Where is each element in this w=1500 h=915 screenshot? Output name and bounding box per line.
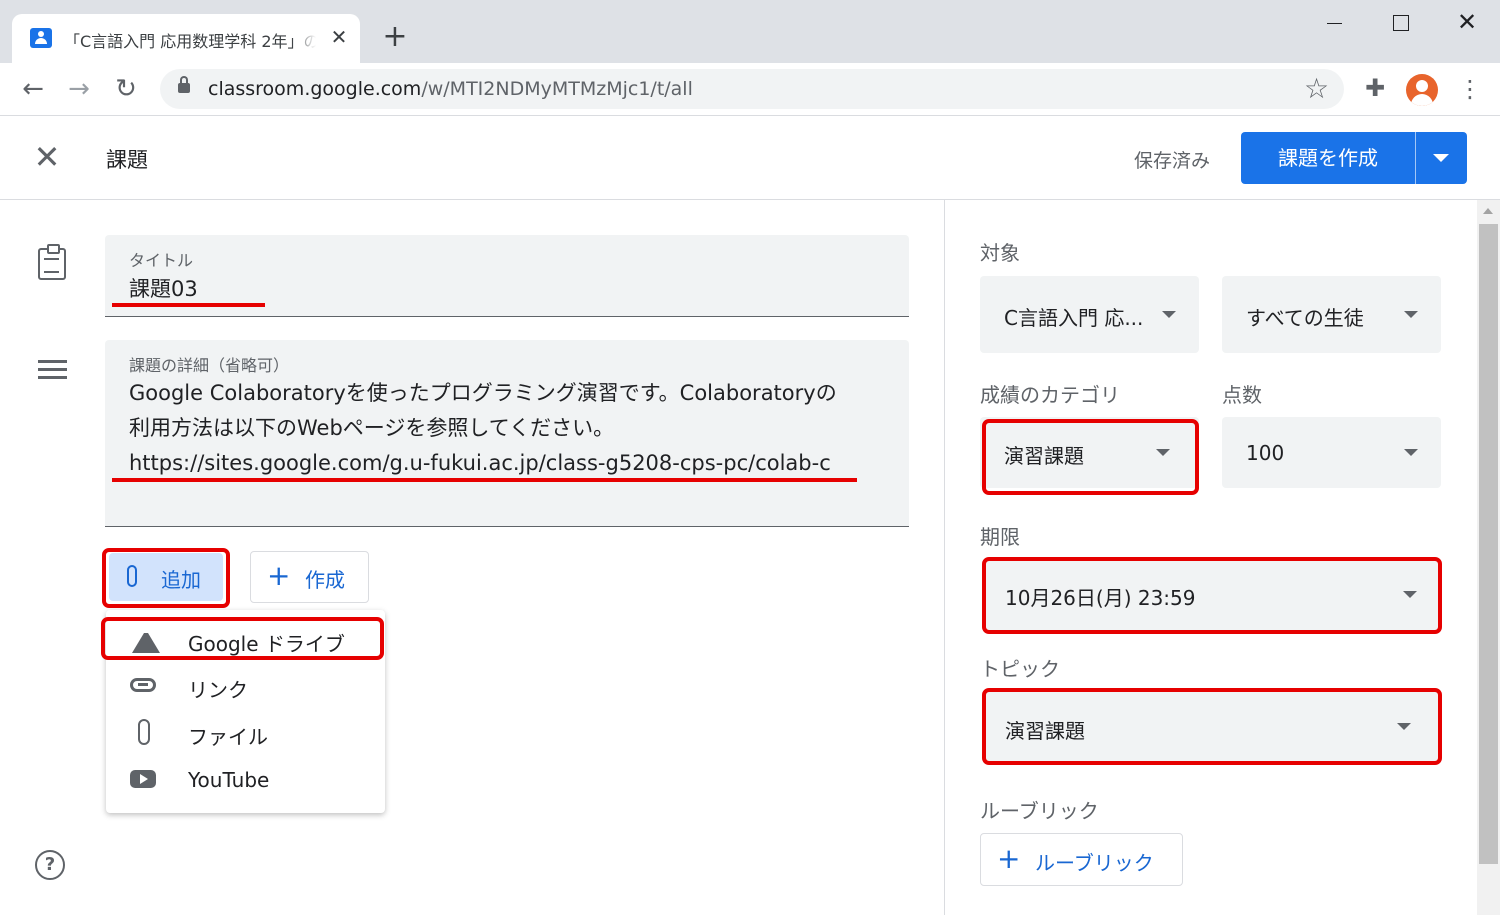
browser-toolbar: ← → ↻ classroom.google.com/w/MTI2NDMyMTM… — [0, 63, 1500, 116]
description-lines-icon — [38, 360, 67, 380]
menu-item-link[interactable]: リンク — [106, 662, 385, 708]
due-label: 期限 — [980, 525, 1020, 549]
create-assignment-button[interactable]: 課題を作成 — [1241, 132, 1467, 184]
create-assignment-label[interactable]: 課題を作成 — [1241, 132, 1415, 184]
annotation-box-topic — [982, 688, 1442, 765]
topic-label: トピック — [980, 657, 1060, 681]
saved-status: 保存済み — [1134, 150, 1211, 172]
menu-item-file[interactable]: ファイル — [106, 709, 385, 755]
annotation-box-drive — [101, 617, 384, 660]
close-icon[interactable]: ✕ — [32, 139, 62, 175]
points-select[interactable]: 100 — [1222, 417, 1441, 488]
bookmark-star-icon[interactable]: ☆ — [1304, 72, 1329, 106]
scroll-up-icon[interactable] — [1483, 208, 1493, 214]
link-icon — [130, 678, 156, 692]
instructions-label: 課題の詳細（省略可） — [129, 356, 290, 375]
annotation-underline-title — [112, 303, 265, 307]
url-text[interactable]: classroom.google.com/w/MTI2NDMyMTMzMjc1/… — [208, 78, 693, 100]
new-tab-button[interactable]: + — [380, 22, 410, 52]
title-label: タイトル — [129, 251, 194, 270]
menu-item-label: リンク — [188, 678, 248, 702]
tab-title: 「C言語入門 応用数理学科 2年」の — [64, 28, 316, 52]
dropdown-arrow-icon — [1162, 311, 1176, 318]
browser-menu-icon[interactable]: ⋮ — [1458, 75, 1482, 103]
extensions-puzzle-icon[interactable]: ✚ — [1362, 75, 1388, 101]
reload-icon[interactable]: ↻ — [111, 74, 141, 104]
title-input[interactable]: 課題03 — [129, 273, 198, 303]
paperclip-icon — [138, 719, 150, 745]
scroll-thumb[interactable] — [1479, 224, 1498, 864]
instructions-line: https://sites.google.com/g.u-fukui.ac.jp… — [129, 451, 831, 475]
menu-item-label: ファイル — [188, 725, 268, 749]
browser-tab-strip: 「C言語入門 応用数理学科 2年」の ✕ + ✕ — [0, 0, 1500, 63]
tab-close-icon[interactable]: ✕ — [328, 26, 350, 48]
help-icon[interactable]: ? — [35, 850, 65, 880]
assignment-clipboard-icon — [38, 244, 66, 280]
annotation-box-add — [102, 548, 230, 608]
lock-icon[interactable] — [178, 76, 190, 93]
add-rubric-button[interactable]: + ルーブリック — [980, 833, 1183, 886]
back-arrow-icon[interactable]: ← — [18, 74, 48, 104]
grade-category-label: 成績のカテゴリ — [980, 383, 1120, 407]
instructions-text[interactable]: Google Colaboratoryを使ったプログラミング演習です。Colab… — [129, 376, 899, 481]
button-divider — [1415, 132, 1416, 184]
maximize-button[interactable] — [1380, 8, 1420, 38]
target-label: 対象 — [980, 241, 1020, 265]
scrollbar[interactable] — [1477, 200, 1500, 915]
rubric-button-label: ルーブリック — [1035, 851, 1154, 875]
create-options-dropdown-icon[interactable] — [1433, 154, 1449, 162]
app-header: ✕ 課題 保存済み 課題を作成 — [0, 116, 1500, 200]
instructions-field[interactable]: 課題の詳細（省略可） Google Colaboratoryを使ったプログラミン… — [105, 340, 909, 527]
dropdown-arrow-icon — [1404, 311, 1418, 318]
menu-item-label: YouTube — [188, 768, 270, 792]
minimize-button[interactable] — [1314, 8, 1354, 38]
classroom-favicon-icon — [30, 28, 52, 48]
page-title: 課題 — [106, 148, 148, 172]
forward-arrow-icon[interactable]: → — [64, 74, 94, 104]
create-label: 作成 — [305, 568, 345, 592]
annotation-underline-url — [112, 478, 857, 482]
dropdown-arrow-icon — [1404, 449, 1418, 456]
annotation-box-due — [982, 557, 1442, 634]
rubric-label: ルーブリック — [980, 799, 1099, 823]
instructions-line: 利用方法は以下のWebページを参照してください。 — [129, 416, 615, 440]
menu-item-youtube[interactable]: YouTube — [106, 756, 385, 802]
create-material-button[interactable]: + 作成 — [250, 551, 369, 603]
profile-avatar[interactable] — [1406, 74, 1438, 106]
class-select[interactable]: C言語入門 応... — [980, 276, 1199, 353]
class-select-value: C言語入門 応... — [1004, 306, 1144, 330]
students-select[interactable]: すべての生徒 — [1222, 276, 1441, 353]
instructions-line: Google Colaboratoryを使ったプログラミング演習です。Colab… — [129, 381, 837, 405]
points-value: 100 — [1246, 441, 1285, 465]
points-label: 点数 — [1222, 383, 1262, 407]
youtube-icon — [130, 770, 156, 788]
plus-icon: + — [997, 842, 1021, 875]
students-select-value: すべての生徒 — [1246, 306, 1364, 330]
address-bar[interactable]: classroom.google.com/w/MTI2NDMyMTMzMjc1/… — [160, 69, 1344, 109]
window-close-button[interactable]: ✕ — [1447, 8, 1487, 38]
plus-icon: + — [267, 559, 291, 592]
browser-tab[interactable]: 「C言語入門 応用数理学科 2年」の ✕ — [12, 14, 360, 63]
annotation-box-category — [982, 419, 1199, 495]
